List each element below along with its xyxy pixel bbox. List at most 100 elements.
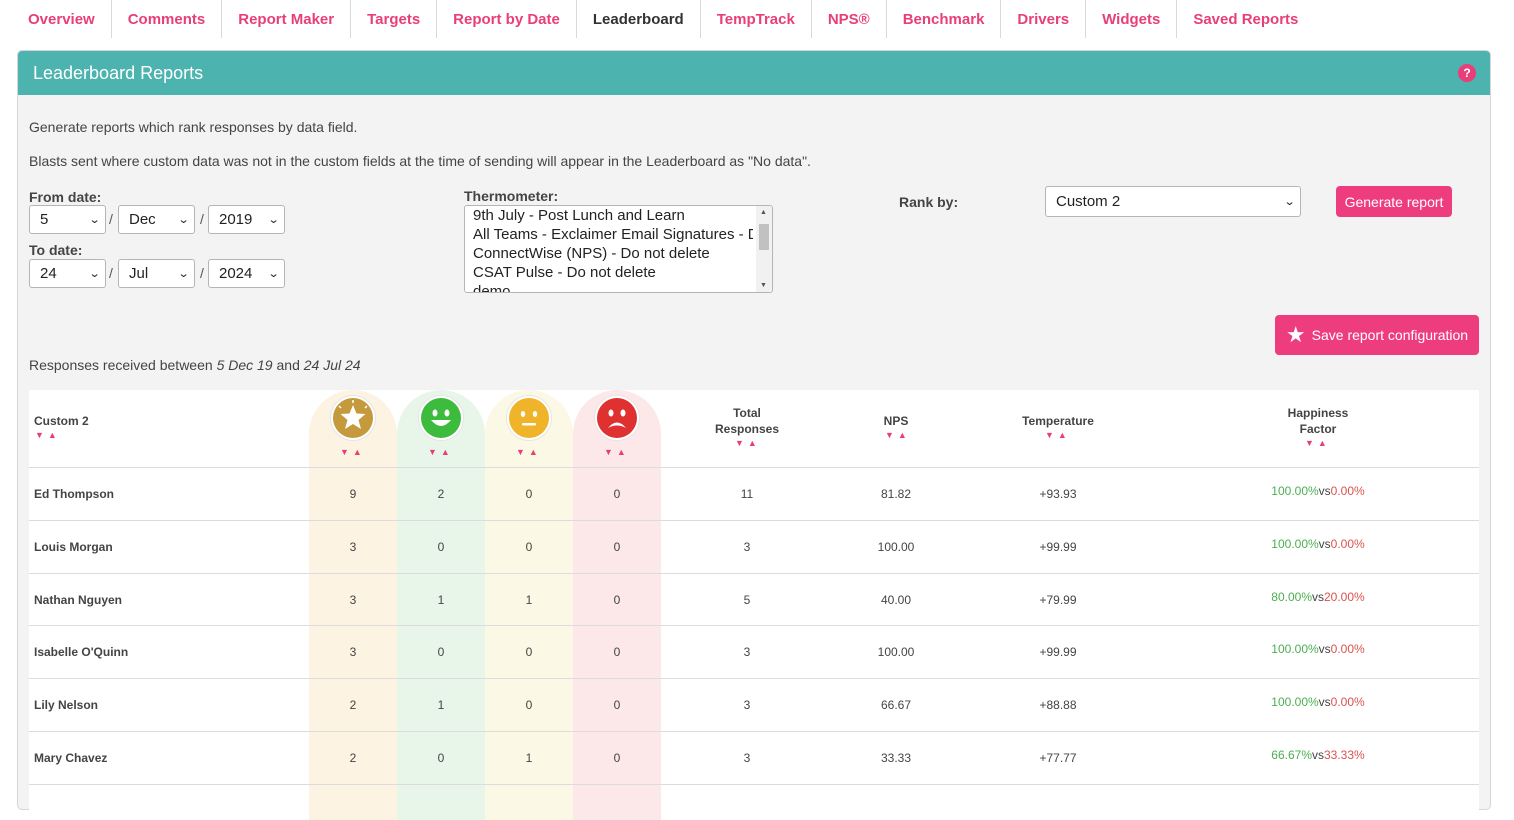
- sort-down-icon[interactable]: ▼: [516, 447, 525, 457]
- from-day-select[interactable]: 5 ⌄: [29, 205, 106, 234]
- count-happy: 2: [437, 487, 445, 501]
- to-month-value: Jul: [129, 265, 149, 282]
- star-icon: ★: [1285, 322, 1306, 347]
- tab-report-by-date[interactable]: Report by Date: [437, 0, 577, 38]
- date-separator: /: [200, 211, 204, 227]
- total-responses: 11: [740, 487, 754, 501]
- nps-header: NPS: [883, 414, 909, 428]
- row-name: Mary Chavez: [34, 751, 108, 765]
- tab-widgets[interactable]: Widgets: [1086, 0, 1178, 38]
- sort-up-icon[interactable]: ▲: [1058, 430, 1067, 440]
- thermometer-label: Thermometer:: [464, 188, 559, 204]
- generate-report-button[interactable]: Generate report: [1336, 186, 1452, 217]
- sort-controls[interactable]: ▼ ▲: [1045, 430, 1067, 440]
- thermometer-listbox[interactable]: 9th July - Post Lunch and Learn All Team…: [464, 205, 773, 293]
- scroll-up-icon[interactable]: ▲: [760, 209, 767, 216]
- count-happy: 0: [437, 645, 445, 660]
- to-day-value: 24: [40, 265, 57, 282]
- tab-targets[interactable]: Targets: [351, 0, 438, 38]
- thermometer-option[interactable]: demo: [465, 282, 753, 292]
- sort-up-icon[interactable]: ▲: [48, 430, 57, 440]
- sort-controls[interactable]: ▼ ▲: [516, 447, 538, 457]
- count-happy: 1: [437, 592, 445, 607]
- date-separator: /: [109, 211, 113, 227]
- sort-down-icon[interactable]: ▼: [340, 447, 349, 457]
- thermometer-option[interactable]: ConnectWise (NPS) - Do not delete: [465, 244, 753, 263]
- leaderboard-panel: Leaderboard Reports ? Generate reports w…: [17, 50, 1491, 820]
- sort-controls[interactable]: ▼ ▲: [35, 430, 57, 440]
- tab-leaderboard[interactable]: Leaderboard: [577, 0, 701, 38]
- from-year-select[interactable]: 2019 ⌄: [208, 205, 285, 234]
- sort-down-icon[interactable]: ▼: [428, 447, 437, 457]
- save-report-configuration-button[interactable]: ★ Save report configuration: [1275, 315, 1479, 355]
- count-sad: 0: [613, 698, 621, 713]
- nps-value: 100.00: [877, 539, 915, 554]
- responses-to-date: 24 Jul 24: [303, 357, 361, 373]
- help-icon[interactable]: ?: [1458, 64, 1476, 82]
- responses-range-text: Responses received between 5 Dec 19 and …: [29, 357, 361, 373]
- from-year-value: 2019: [219, 211, 253, 228]
- to-day-select[interactable]: 24 ⌄: [29, 259, 106, 288]
- happiness-negative: 0.00%: [1330, 536, 1365, 551]
- row-name: Isabelle O'Quinn: [34, 645, 129, 660]
- thermometer-option[interactable]: 9th July - Post Lunch and Learn: [465, 206, 753, 225]
- nps-value: 33.33: [880, 751, 912, 765]
- scrollbar-thumb[interactable]: [759, 224, 769, 250]
- happiness-vs: vs: [1312, 748, 1324, 762]
- tab-benchmark[interactable]: Benchmark: [887, 0, 1002, 38]
- to-month-select[interactable]: Jul ⌄: [118, 259, 195, 288]
- happiness-vs: vs: [1318, 695, 1331, 710]
- tab-overview[interactable]: Overview: [12, 0, 112, 38]
- sort-down-icon[interactable]: ▼: [1305, 438, 1314, 448]
- sort-up-icon[interactable]: ▲: [1318, 438, 1327, 448]
- row-name: Nathan Nguyen: [34, 592, 123, 607]
- sort-up-icon[interactable]: ▲: [748, 438, 757, 448]
- sort-up-icon[interactable]: ▲: [441, 447, 450, 457]
- count-happy: 0: [437, 751, 445, 765]
- sort-controls[interactable]: ▼ ▲: [735, 438, 757, 448]
- temperature-value: +93.93: [1039, 487, 1077, 501]
- sort-controls[interactable]: ▼ ▲: [1305, 438, 1327, 448]
- row-name: Louis Morgan: [34, 539, 113, 554]
- sort-controls[interactable]: ▼ ▲: [604, 447, 626, 457]
- star-face-icon: [331, 396, 375, 440]
- rank-by-select[interactable]: Custom 2 ⌄: [1045, 186, 1301, 217]
- tab-drivers[interactable]: Drivers: [1001, 0, 1087, 38]
- happiness-factor: 100.00%vs0.00%: [1228, 537, 1408, 551]
- from-date-label: From date:: [29, 189, 102, 205]
- tab-comments[interactable]: Comments: [112, 0, 223, 38]
- sort-down-icon[interactable]: ▼: [735, 438, 744, 448]
- scroll-down-icon[interactable]: ▼: [760, 282, 767, 289]
- total-responses: 5: [743, 592, 751, 607]
- happy-face-icon: [419, 396, 463, 440]
- sort-controls[interactable]: ▼ ▲: [428, 447, 450, 457]
- sort-controls[interactable]: ▼ ▲: [885, 430, 907, 440]
- total-header-line1: Total: [733, 406, 761, 420]
- tab-report-maker[interactable]: Report Maker: [222, 0, 352, 38]
- from-month-select[interactable]: Dec ⌄: [118, 205, 195, 234]
- sad-face-circle: [597, 398, 637, 438]
- sort-up-icon[interactable]: ▲: [529, 447, 538, 457]
- count-neutral: 0: [525, 645, 533, 660]
- nps-value: 40.00: [880, 592, 912, 607]
- to-year-select[interactable]: 2024 ⌄: [208, 259, 285, 288]
- listbox-scrollbar[interactable]: ▲ ▼: [756, 206, 772, 292]
- tab-saved-reports[interactable]: Saved Reports: [1177, 0, 1314, 38]
- sort-controls[interactable]: ▼ ▲: [340, 447, 362, 457]
- sort-down-icon[interactable]: ▼: [35, 430, 44, 440]
- responses-prefix: Responses received between: [29, 357, 213, 373]
- sort-up-icon[interactable]: ▲: [353, 447, 362, 457]
- sort-down-icon[interactable]: ▼: [604, 447, 613, 457]
- thermometer-option[interactable]: All Teams - Exclaimer Email Signatures -…: [465, 225, 753, 244]
- sort-down-icon[interactable]: ▼: [1045, 430, 1054, 440]
- tab-temptrack[interactable]: TempTrack: [701, 0, 812, 38]
- sort-up-icon[interactable]: ▲: [898, 430, 907, 440]
- happiness-positive: 100.00%: [1271, 695, 1319, 710]
- happiness-header-line1: Happiness: [1287, 406, 1349, 420]
- happiness-vs: vs: [1318, 536, 1331, 551]
- sort-down-icon[interactable]: ▼: [885, 430, 894, 440]
- sort-up-icon[interactable]: ▲: [617, 447, 626, 457]
- chevron-down-icon: ⌄: [177, 268, 190, 280]
- tab-nps[interactable]: NPS®: [812, 0, 887, 38]
- thermometer-option[interactable]: CSAT Pulse - Do not delete: [465, 263, 753, 282]
